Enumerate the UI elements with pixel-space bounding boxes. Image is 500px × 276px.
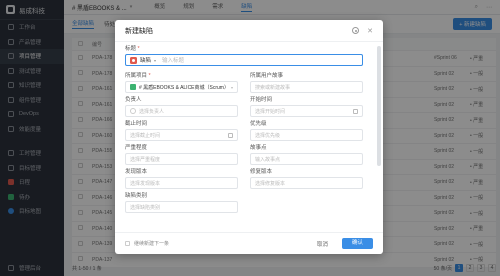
story-points-cell: 故事点 输入故事点 [250, 144, 363, 165]
work-item-type[interactable]: 缺陷 [140, 56, 151, 64]
field-grid: 所属项目 * # 黑盾EBOOKS & ALICE商城（Scrum） ▾ 所属用… [125, 72, 363, 216]
severity-placeholder: 选择严重程度 [130, 156, 161, 163]
severity-cell: 严重程度 选择严重程度 [125, 144, 238, 165]
start-time-label: 开始时间 [250, 97, 273, 103]
severity-label: 严重程度 [125, 145, 148, 151]
due-time-placeholder: 选择截止时间 [130, 132, 161, 139]
required-mark: * [137, 46, 140, 52]
dialog-header: 新建缺陷 ✕ [115, 20, 383, 42]
dialog-title: 新建缺陷 [125, 27, 153, 35]
project-label-text: 所属项目 [125, 73, 148, 79]
priority-label: 优先级 [250, 121, 267, 127]
story-points-input[interactable]: 输入故事点 [250, 153, 363, 165]
chevron-down-icon: ▾ [230, 84, 233, 90]
project-select[interactable]: # 黑盾EBOOKS & ALICE商城（Scrum） ▾ [125, 81, 238, 93]
start-time-placeholder: 选择开始时间 [255, 108, 286, 115]
project-cell: 所属项目 * # 黑盾EBOOKS & ALICE商城（Scrum） ▾ [125, 72, 238, 93]
confirm-button[interactable]: 确认 [341, 238, 373, 249]
title-field[interactable]: 缺陷 ▾ 输入标题 [125, 54, 363, 66]
title-input[interactable]: 输入标题 [162, 56, 184, 64]
required-mark: * [148, 73, 151, 79]
found-version-label: 发现版本 [125, 169, 148, 175]
settings-icon[interactable] [352, 27, 360, 34]
found-version-select[interactable]: 选择发现版本 [125, 177, 238, 189]
user-story-placeholder: 搜索或新建故事 [255, 84, 291, 91]
defect-category-select[interactable]: 选择缺陷类别 [125, 201, 238, 213]
calendar-icon [228, 132, 233, 138]
fix-version-label: 修复版本 [250, 169, 273, 175]
story-points-placeholder: 输入故事点 [255, 156, 281, 163]
avatar-icon [130, 108, 136, 114]
start-time-cell: 开始时间 选择开始时间 [250, 96, 363, 117]
assignee-placeholder: 选择负责人 [139, 108, 165, 115]
title-label: 标题 * [125, 45, 363, 54]
found-version-placeholder: 选择发现版本 [130, 180, 161, 187]
defect-type-icon[interactable] [130, 56, 137, 64]
user-story-select[interactable]: 搜索或新建故事 [250, 81, 363, 93]
assignee-select[interactable]: 选择负责人 [125, 105, 238, 117]
cancel-button[interactable]: 取消 [311, 238, 334, 250]
project-value: # 黑盾EBOOKS & ALICE商城（Scrum） [138, 84, 229, 91]
assignee-cell: 负责人 选择负责人 [125, 96, 238, 117]
priority-placeholder: 选择优先级 [255, 132, 281, 139]
fix-version-cell: 修复版本 选择修复版本 [250, 168, 363, 189]
calendar-icon [353, 108, 358, 114]
new-defect-dialog: 新建缺陷 ✕ 标题 * 缺陷 ▾ 输入标题 所属项目 * # 黑盾EBOOKS … [115, 20, 383, 254]
story-points-label: 故事点 [250, 145, 267, 151]
assignee-label: 负责人 [125, 97, 142, 103]
dialog-body: 标题 * 缺陷 ▾ 输入标题 所属项目 * # 黑盾EBOOKS & ALICE… [115, 42, 373, 232]
severity-select[interactable]: 选择严重程度 [125, 153, 238, 165]
defect-category-cell: 缺陷类别 选择缺陷类别 [125, 192, 238, 213]
project-label: 所属项目 * [125, 72, 238, 81]
close-icon[interactable]: ✕ [367, 27, 373, 35]
continue-checkbox[interactable] [125, 241, 130, 246]
due-time-cell: 截止时间 选择截止时间 [125, 120, 238, 141]
due-time-label: 截止时间 [125, 121, 148, 127]
due-time-picker[interactable]: 选择截止时间 [125, 129, 238, 141]
title-label-text: 标题 [125, 46, 137, 52]
priority-cell: 优先级 选择优先级 [250, 120, 363, 141]
dialog-scrollbar[interactable] [377, 46, 381, 166]
user-story-label: 所属用户故事 [250, 73, 284, 79]
priority-select[interactable]: 选择优先级 [250, 129, 363, 141]
defect-category-placeholder: 选择缺陷类别 [130, 204, 161, 211]
dialog-footer: 继续新建下一条 取消 确认 [115, 232, 383, 254]
fix-version-select[interactable]: 选择修复版本 [250, 177, 363, 189]
start-time-picker[interactable]: 选择开始时间 [250, 105, 363, 117]
user-story-cell: 所属用户故事 搜索或新建故事 [250, 72, 363, 93]
fix-version-placeholder: 选择修复版本 [255, 180, 286, 187]
found-version-cell: 发现版本 选择发现版本 [125, 168, 238, 189]
project-icon [130, 84, 136, 90]
defect-category-label: 缺陷类别 [125, 193, 148, 199]
chevron-down-icon[interactable]: ▾ [154, 58, 156, 63]
dialog-tools: ✕ [352, 27, 373, 35]
continue-label[interactable]: 继续新建下一条 [134, 240, 169, 247]
